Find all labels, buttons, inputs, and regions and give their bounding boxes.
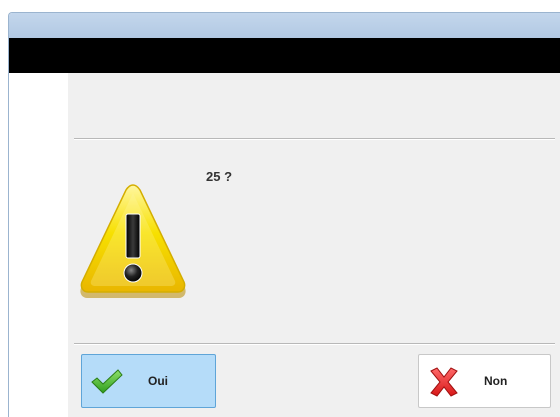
no-button-label: Non bbox=[484, 374, 508, 388]
cross-icon bbox=[427, 367, 461, 397]
bottom-divider bbox=[74, 343, 555, 345]
warning-icon bbox=[77, 181, 189, 303]
yes-button-label: Oui bbox=[148, 374, 168, 388]
left-strip bbox=[9, 73, 68, 417]
checkmark-icon bbox=[90, 367, 124, 397]
header-band bbox=[9, 38, 560, 73]
dialog-window: 25 ? Oui Non bbox=[8, 12, 560, 417]
dialog-message: 25 ? bbox=[206, 169, 233, 184]
dialog-content: 25 ? Oui Non bbox=[68, 73, 560, 417]
title-bar[interactable] bbox=[9, 13, 560, 38]
top-divider bbox=[74, 138, 555, 140]
no-button[interactable]: Non bbox=[418, 354, 551, 408]
yes-button[interactable]: Oui bbox=[81, 354, 216, 408]
